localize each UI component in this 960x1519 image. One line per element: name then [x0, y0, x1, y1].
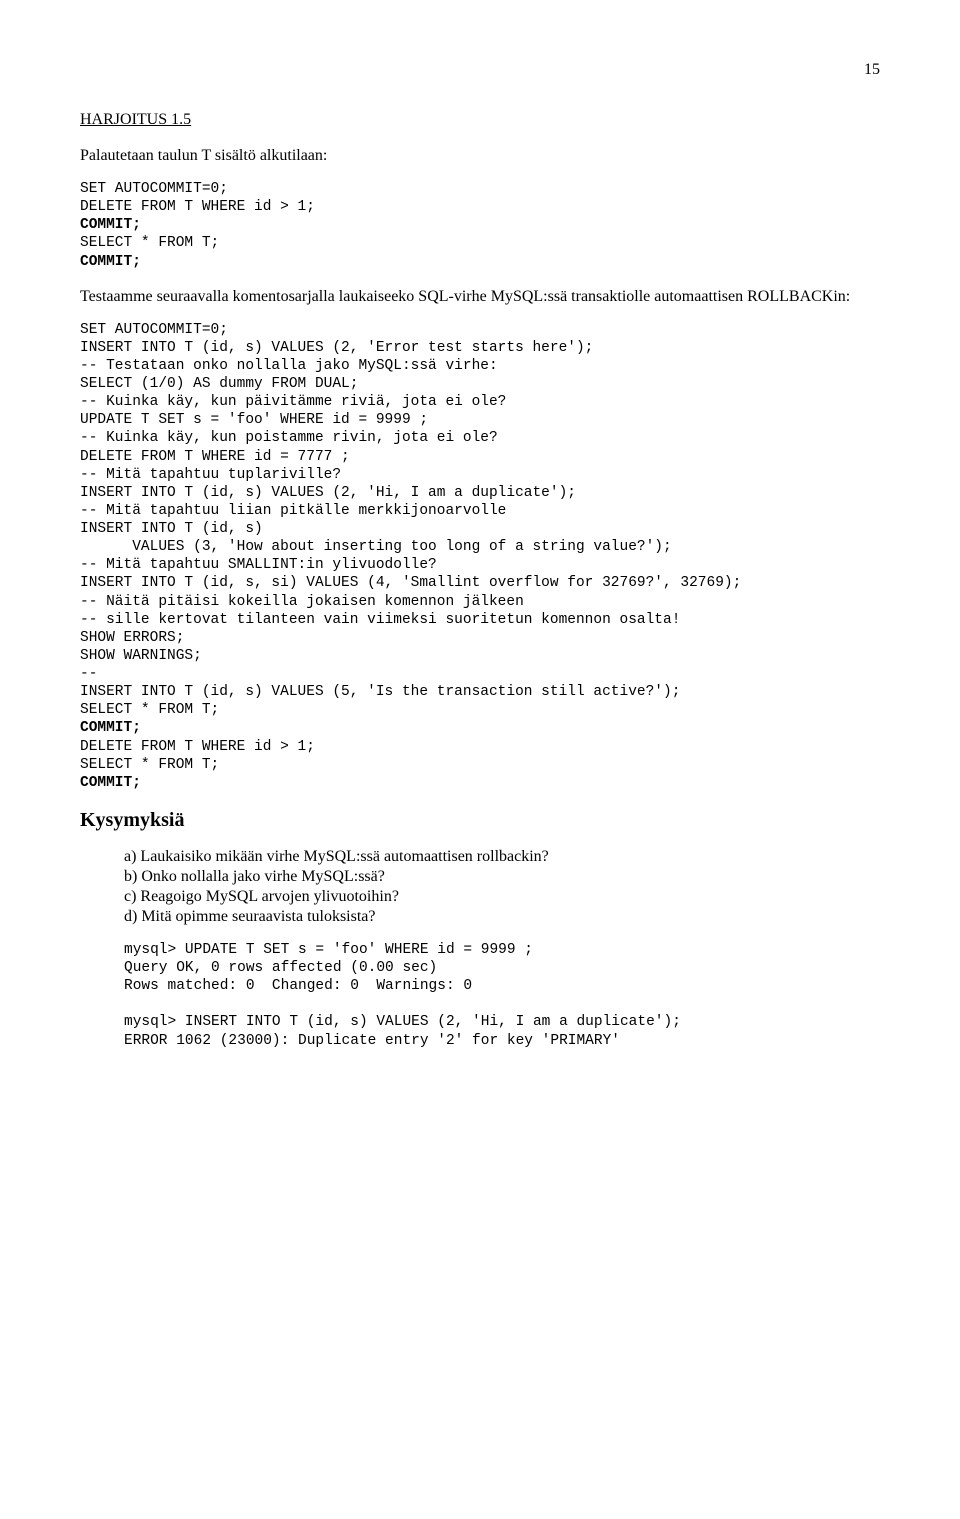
code-line: INSERT INTO T (id, s, si) VALUES (4, 'Sm… [80, 575, 741, 591]
list-item: b) Onko nollalla jako virhe MySQL:ssä? [124, 867, 880, 887]
code-block-1: SET AUTOCOMMIT=0; DELETE FROM T WHERE id… [80, 180, 880, 271]
code-line: COMMIT; [80, 254, 141, 270]
questions-list: a) Laukaisiko mikään virhe MySQL:ssä aut… [80, 847, 880, 927]
code-line: COMMIT; [80, 217, 141, 233]
code-line: -- Testataan onko nollalla jako MySQL:ss… [80, 358, 498, 374]
code-line: -- Mitä tapahtuu liian pitkälle merkkijo… [80, 503, 506, 519]
code-line: SET AUTOCOMMIT=0; [80, 181, 228, 197]
intro-text: Palautetaan taulun T sisältö alkutilaan: [80, 146, 880, 166]
exercise-heading: HARJOITUS 1.5 [80, 110, 880, 130]
code-line: COMMIT; [80, 775, 141, 791]
code-line: SELECT * FROM T; [80, 235, 219, 251]
code-line: mysql> UPDATE T SET s = 'foo' WHERE id =… [124, 942, 533, 958]
questions-heading: Kysymyksiä [80, 808, 880, 833]
list-item: c) Reagoigo MySQL arvojen ylivuotoihin? [124, 887, 880, 907]
code-line: -- Mitä tapahtuu SMALLINT:in ylivuodolle… [80, 557, 437, 573]
code-line: SHOW WARNINGS; [80, 648, 202, 664]
code-line: -- Kuinka käy, kun poistamme rivin, jota… [80, 430, 498, 446]
code-line: ERROR 1062 (23000): Duplicate entry '2' … [124, 1033, 620, 1049]
code-line: VALUES (3, 'How about inserting too long… [80, 539, 672, 555]
code-line: -- Näitä pitäisi kokeilla jokaisen komen… [80, 594, 524, 610]
code-line: SELECT * FROM T; [80, 702, 219, 718]
code-line: mysql> INSERT INTO T (id, s) VALUES (2, … [124, 1014, 681, 1030]
code-line: SET AUTOCOMMIT=0; [80, 322, 228, 338]
code-line: Rows matched: 0 Changed: 0 Warnings: 0 [124, 978, 472, 994]
code-line: -- [80, 666, 97, 682]
code-line: -- sille kertovat tilanteen vain viimeks… [80, 612, 680, 628]
list-item: a) Laukaisiko mikään virhe MySQL:ssä aut… [124, 847, 880, 867]
code-block-2: SET AUTOCOMMIT=0; INSERT INTO T (id, s) … [80, 321, 880, 792]
code-line: INSERT INTO T (id, s) VALUES (2, 'Error … [80, 340, 593, 356]
code-line: INSERT INTO T (id, s) VALUES (5, 'Is the… [80, 684, 680, 700]
code-line: SELECT (1/0) AS dummy FROM DUAL; [80, 376, 358, 392]
code-line: COMMIT; [80, 720, 141, 736]
code-line: INSERT INTO T (id, s) VALUES (2, 'Hi, I … [80, 485, 576, 501]
code-line: UPDATE T SET s = 'foo' WHERE id = 9999 ; [80, 412, 428, 428]
code-line: DELETE FROM T WHERE id > 1; [80, 199, 315, 215]
code-line: SHOW ERRORS; [80, 630, 184, 646]
list-item: d) Mitä opimme seuraavista tuloksista? [124, 907, 880, 927]
code-line: -- Mitä tapahtuu tuplariville? [80, 467, 341, 483]
mid-text-1: Testaamme seuraavalla komentosarjalla la… [80, 287, 880, 307]
code-block-3: mysql> UPDATE T SET s = 'foo' WHERE id =… [124, 941, 880, 1050]
code-line: Query OK, 0 rows affected (0.00 sec) [124, 960, 437, 976]
code-line: DELETE FROM T WHERE id > 1; [80, 739, 315, 755]
code-line: SELECT * FROM T; [80, 757, 219, 773]
code-line: -- Kuinka käy, kun päivitämme riviä, jot… [80, 394, 506, 410]
page-number: 15 [80, 60, 880, 80]
code-line: DELETE FROM T WHERE id = 7777 ; [80, 449, 350, 465]
code-line: INSERT INTO T (id, s) [80, 521, 263, 537]
